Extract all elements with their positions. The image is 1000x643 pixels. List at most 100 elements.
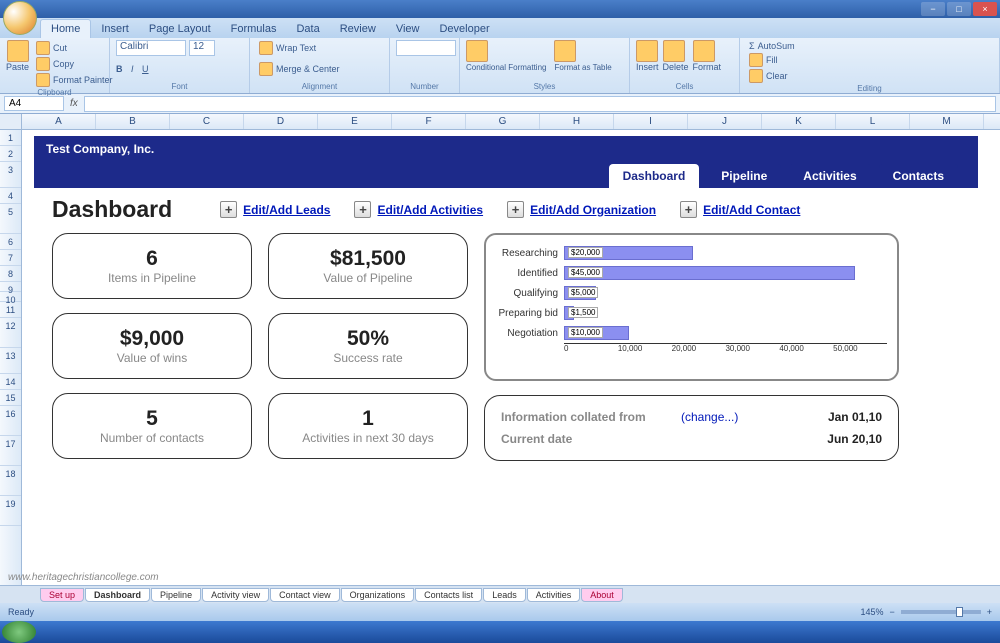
- window-maximize-button[interactable]: □: [947, 2, 971, 16]
- conditional-formatting-icon[interactable]: [466, 40, 488, 62]
- row-header[interactable]: 6: [0, 234, 21, 250]
- format-as-table-icon[interactable]: [554, 40, 576, 62]
- col-header[interactable]: H: [540, 114, 614, 129]
- col-header[interactable]: E: [318, 114, 392, 129]
- row-header[interactable]: 5: [0, 204, 21, 234]
- row-header[interactable]: 11: [0, 302, 21, 318]
- sheet-tab-setup[interactable]: Set up: [40, 588, 84, 602]
- row-header[interactable]: 4: [0, 188, 21, 204]
- copy-button[interactable]: Copy: [33, 56, 116, 72]
- date-info-box: Information collated from (change...) Ja…: [484, 395, 899, 461]
- cut-button[interactable]: Cut: [33, 40, 116, 56]
- row-header[interactable]: 13: [0, 348, 21, 374]
- window-minimize-button[interactable]: −: [921, 2, 945, 16]
- edit-link-activities[interactable]: +Edit/Add Activities: [354, 201, 483, 218]
- row-header[interactable]: 12: [0, 318, 21, 348]
- nav-tab-contacts[interactable]: Contacts: [879, 164, 958, 188]
- col-header[interactable]: M: [910, 114, 984, 129]
- nav-tab-pipeline[interactable]: Pipeline: [707, 164, 781, 188]
- change-date-link[interactable]: (change...): [681, 410, 738, 424]
- sheet-tab-contact-view[interactable]: Contact view: [270, 588, 340, 602]
- sheet-tab-leads[interactable]: Leads: [483, 588, 526, 602]
- sheet-tab-activity-view[interactable]: Activity view: [202, 588, 269, 602]
- fill-icon: [749, 53, 763, 67]
- name-box[interactable]: A4: [4, 96, 64, 111]
- format-painter-button[interactable]: Format Painter: [33, 72, 116, 88]
- formula-bar[interactable]: [84, 96, 996, 112]
- col-header[interactable]: K: [762, 114, 836, 129]
- sheet-tab-organizations[interactable]: Organizations: [341, 588, 415, 602]
- edit-link-contact[interactable]: +Edit/Add Contact: [680, 201, 800, 218]
- ribbon-tab-formulas[interactable]: Formulas: [221, 20, 287, 38]
- col-header[interactable]: I: [614, 114, 688, 129]
- zoom-in-button[interactable]: +: [987, 607, 992, 617]
- chart-bar-row: Identified$45,000: [496, 263, 887, 283]
- sheet-tab-dashboard[interactable]: Dashboard: [85, 588, 150, 602]
- col-header[interactable]: C: [170, 114, 244, 129]
- edit-link-organization[interactable]: +Edit/Add Organization: [507, 201, 656, 218]
- col-header[interactable]: G: [466, 114, 540, 129]
- ribbon-tab-review[interactable]: Review: [330, 20, 386, 38]
- col-header[interactable]: A: [22, 114, 96, 129]
- col-header[interactable]: F: [392, 114, 466, 129]
- number-format-select[interactable]: [396, 40, 456, 56]
- paste-icon[interactable]: [7, 40, 29, 62]
- row-header[interactable]: 1: [0, 130, 21, 146]
- nav-tab-dashboard[interactable]: Dashboard: [609, 164, 700, 188]
- sheet-tab-activities[interactable]: Activities: [527, 588, 581, 602]
- sheet-tab-about[interactable]: About: [581, 588, 623, 602]
- wrap-text-button[interactable]: Wrap Text: [256, 40, 383, 56]
- row-header[interactable]: 7: [0, 250, 21, 266]
- insert-cells-icon[interactable]: [636, 40, 658, 62]
- row-header[interactable]: 17: [0, 436, 21, 466]
- zoom-control[interactable]: 145% − +: [860, 607, 992, 617]
- nav-tab-activities[interactable]: Activities: [789, 164, 870, 188]
- format-cells-icon[interactable]: [693, 40, 715, 62]
- row-header[interactable]: 3: [0, 162, 21, 188]
- row-header[interactable]: 18: [0, 466, 21, 496]
- fill-button[interactable]: Fill: [746, 52, 993, 68]
- col-header[interactable]: B: [96, 114, 170, 129]
- col-header[interactable]: J: [688, 114, 762, 129]
- autosum-button[interactable]: ΣAutoSum: [746, 40, 993, 52]
- ribbon-tab-home[interactable]: Home: [40, 19, 91, 38]
- edit-link-leads[interactable]: +Edit/Add Leads: [220, 201, 330, 218]
- ribbon-tab-page-layout[interactable]: Page Layout: [139, 20, 221, 38]
- bold-button[interactable]: B: [116, 64, 123, 74]
- font-size-select[interactable]: 12: [189, 40, 215, 56]
- zoom-out-button[interactable]: −: [889, 607, 894, 617]
- ribbon-tab-view[interactable]: View: [386, 20, 430, 38]
- merge-center-button[interactable]: Merge & Center: [256, 61, 383, 77]
- sheet-tab-pipeline[interactable]: Pipeline: [151, 588, 201, 602]
- row-header[interactable]: 8: [0, 266, 21, 282]
- fx-icon[interactable]: fx: [70, 98, 78, 109]
- row-header[interactable]: 2: [0, 146, 21, 162]
- ribbon-tab-data[interactable]: Data: [286, 20, 329, 38]
- zoom-slider[interactable]: [901, 610, 981, 614]
- col-header[interactable]: L: [836, 114, 910, 129]
- office-button[interactable]: [3, 1, 37, 35]
- row-header[interactable]: 19: [0, 496, 21, 526]
- worksheet-canvas[interactable]: Test Company, Inc. Dashboard Pipeline Ac…: [22, 130, 1000, 585]
- col-header[interactable]: D: [244, 114, 318, 129]
- ribbon-tab-insert[interactable]: Insert: [91, 20, 139, 38]
- underline-button[interactable]: U: [142, 64, 149, 74]
- zoom-thumb[interactable]: [956, 607, 963, 617]
- font-name-select[interactable]: Calibri: [116, 40, 186, 56]
- sheet-tab-contacts-list[interactable]: Contacts list: [415, 588, 482, 602]
- row-header[interactable]: 9: [0, 282, 21, 292]
- info-current-label: Current date: [501, 432, 681, 446]
- row-header[interactable]: 15: [0, 390, 21, 406]
- row-header[interactable]: 10: [0, 292, 21, 302]
- delete-cells-icon[interactable]: [663, 40, 685, 62]
- italic-button[interactable]: I: [131, 64, 134, 74]
- ribbon-tab-developer[interactable]: Developer: [429, 20, 499, 38]
- cut-icon: [36, 41, 50, 55]
- row-header[interactable]: 14: [0, 374, 21, 390]
- select-all-corner[interactable]: [0, 114, 22, 129]
- start-button[interactable]: [2, 621, 36, 643]
- chart-bar-track: $10,000: [564, 325, 887, 341]
- window-close-button[interactable]: ×: [973, 2, 997, 16]
- row-header[interactable]: 16: [0, 406, 21, 436]
- clear-button[interactable]: Clear: [746, 68, 993, 84]
